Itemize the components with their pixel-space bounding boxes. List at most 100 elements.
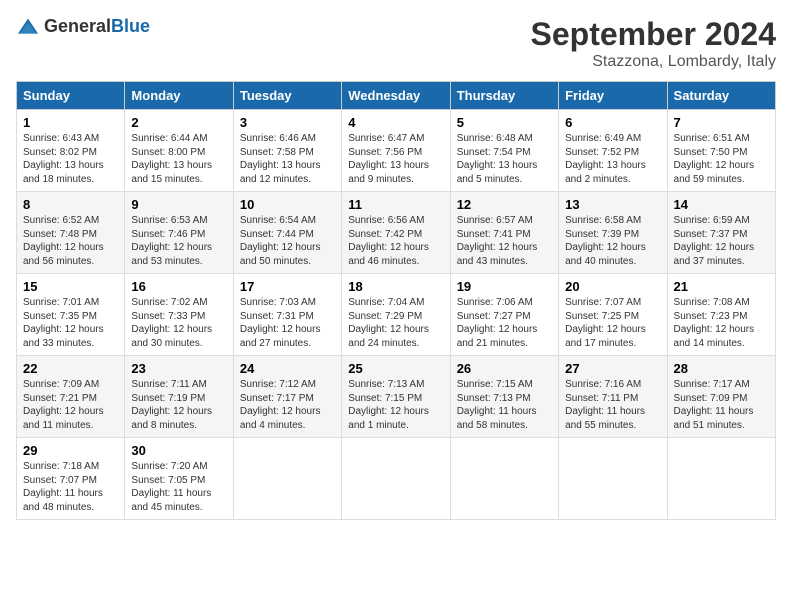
day-info: Sunrise: 7:04 AMSunset: 7:29 PMDaylight:… bbox=[348, 296, 443, 350]
calendar-cell: 3 Sunrise: 6:46 AMSunset: 7:58 PMDaylight… bbox=[233, 110, 341, 192]
day-info: Sunrise: 7:11 AMSunset: 7:19 PMDaylight:… bbox=[131, 378, 226, 432]
day-number: 13 bbox=[565, 197, 660, 212]
calendar-cell: 1 Sunrise: 6:43 AMSunset: 8:02 PMDaylight… bbox=[17, 110, 125, 192]
logo-icon bbox=[16, 17, 40, 37]
day-number: 8 bbox=[23, 197, 118, 212]
day-info: Sunrise: 6:58 AMSunset: 7:39 PMDaylight:… bbox=[565, 214, 660, 268]
calendar-cell: 7 Sunrise: 6:51 AMSunset: 7:50 PMDaylight… bbox=[667, 110, 775, 192]
calendar-cell: 26Sunrise: 7:15 AMSunset: 7:13 PMDayligh… bbox=[450, 356, 558, 438]
calendar-cell: 12 Sunrise: 6:57 AMSunset: 7:41 PMDayligh… bbox=[450, 192, 558, 274]
month-title: September 2024 bbox=[531, 16, 776, 53]
calendar-cell: 24Sunrise: 7:12 AMSunset: 7:17 PMDayligh… bbox=[233, 356, 341, 438]
calendar-cell: 14 Sunrise: 6:59 AMSunset: 7:37 PMDayligh… bbox=[667, 192, 775, 274]
calendar-cell: 8 Sunrise: 6:52 AMSunset: 7:48 PMDaylight… bbox=[17, 192, 125, 274]
calendar-header-row: SundayMondayTuesdayWednesdayThursdayFrid… bbox=[17, 82, 776, 110]
day-number: 19 bbox=[457, 279, 552, 294]
calendar-table: SundayMondayTuesdayWednesdayThursdayFrid… bbox=[16, 81, 776, 520]
day-info: Sunrise: 6:46 AMSunset: 7:58 PMDaylight:… bbox=[240, 132, 335, 186]
header-day-monday: Monday bbox=[125, 82, 233, 110]
calendar-cell: 17 Sunrise: 7:03 AMSunset: 7:31 PMDayligh… bbox=[233, 274, 341, 356]
logo: GeneralBlue bbox=[16, 16, 150, 37]
day-info: Sunrise: 7:08 AMSunset: 7:23 PMDaylight:… bbox=[674, 296, 769, 350]
day-number: 15 bbox=[23, 279, 118, 294]
header-day-thursday: Thursday bbox=[450, 82, 558, 110]
day-info: Sunrise: 6:47 AMSunset: 7:56 PMDaylight:… bbox=[348, 132, 443, 186]
header-day-tuesday: Tuesday bbox=[233, 82, 341, 110]
calendar-cell: 23 Sunrise: 7:11 AMSunset: 7:19 PMDayligh… bbox=[125, 356, 233, 438]
day-number: 12 bbox=[457, 197, 552, 212]
day-info: Sunrise: 7:12 AMSunset: 7:17 PMDaylight:… bbox=[240, 378, 335, 432]
calendar-cell: 25Sunrise: 7:13 AMSunset: 7:15 PMDayligh… bbox=[342, 356, 450, 438]
day-number: 17 bbox=[240, 279, 335, 294]
header-day-sunday: Sunday bbox=[17, 82, 125, 110]
logo-text-blue: Blue bbox=[111, 16, 150, 36]
calendar-cell: 18Sunrise: 7:04 AMSunset: 7:29 PMDayligh… bbox=[342, 274, 450, 356]
calendar-cell: 6Sunrise: 6:49 AMSunset: 7:52 PMDaylight… bbox=[559, 110, 667, 192]
calendar-cell: 29Sunrise: 7:18 AMSunset: 7:07 PMDayligh… bbox=[17, 438, 125, 520]
calendar-cell: 2Sunrise: 6:44 AMSunset: 8:00 PMDaylight… bbox=[125, 110, 233, 192]
day-info: Sunrise: 7:09 AMSunset: 7:21 PMDaylight:… bbox=[23, 378, 118, 432]
day-info: Sunrise: 6:53 AMSunset: 7:46 PMDaylight:… bbox=[131, 214, 226, 268]
calendar-week-row: 22 Sunrise: 7:09 AMSunset: 7:21 PMDayligh… bbox=[17, 356, 776, 438]
calendar-cell: 4 Sunrise: 6:47 AMSunset: 7:56 PMDaylight… bbox=[342, 110, 450, 192]
calendar-cell: 9 Sunrise: 6:53 AMSunset: 7:46 PMDaylight… bbox=[125, 192, 233, 274]
day-info: Sunrise: 6:56 AMSunset: 7:42 PMDaylight:… bbox=[348, 214, 443, 268]
header-day-saturday: Saturday bbox=[667, 82, 775, 110]
calendar-week-row: 15Sunrise: 7:01 AMSunset: 7:35 PMDayligh… bbox=[17, 274, 776, 356]
calendar-cell bbox=[559, 438, 667, 520]
calendar-cell: 13 Sunrise: 6:58 AMSunset: 7:39 PMDayligh… bbox=[559, 192, 667, 274]
day-number: 25 bbox=[348, 361, 443, 376]
day-number: 23 bbox=[131, 361, 226, 376]
calendar-cell: 28Sunrise: 7:17 AMSunset: 7:09 PMDayligh… bbox=[667, 356, 775, 438]
calendar-cell bbox=[342, 438, 450, 520]
day-number: 10 bbox=[240, 197, 335, 212]
calendar-cell: 27 Sunrise: 7:16 AMSunset: 7:11 PMDayligh… bbox=[559, 356, 667, 438]
day-info: Sunrise: 6:52 AMSunset: 7:48 PMDaylight:… bbox=[23, 214, 118, 268]
calendar-cell: 21 Sunrise: 7:08 AMSunset: 7:23 PMDayligh… bbox=[667, 274, 775, 356]
day-number: 30 bbox=[131, 443, 226, 458]
day-number: 29 bbox=[23, 443, 118, 458]
calendar-cell bbox=[667, 438, 775, 520]
calendar-cell: 10 Sunrise: 6:54 AMSunset: 7:44 PMDayligh… bbox=[233, 192, 341, 274]
title-area: September 2024 Stazzona, Lombardy, Italy bbox=[531, 16, 776, 71]
day-info: Sunrise: 7:20 AMSunset: 7:05 PMDaylight:… bbox=[131, 460, 226, 514]
day-number: 11 bbox=[348, 197, 443, 212]
day-number: 6 bbox=[565, 115, 660, 130]
day-info: Sunrise: 6:48 AMSunset: 7:54 PMDaylight:… bbox=[457, 132, 552, 186]
calendar-cell: 15Sunrise: 7:01 AMSunset: 7:35 PMDayligh… bbox=[17, 274, 125, 356]
day-info: Sunrise: 7:03 AMSunset: 7:31 PMDaylight:… bbox=[240, 296, 335, 350]
day-number: 14 bbox=[674, 197, 769, 212]
day-number: 9 bbox=[131, 197, 226, 212]
calendar-cell: 20Sunrise: 7:07 AMSunset: 7:25 PMDayligh… bbox=[559, 274, 667, 356]
day-number: 5 bbox=[457, 115, 552, 130]
day-number: 16 bbox=[131, 279, 226, 294]
day-info: Sunrise: 7:17 AMSunset: 7:09 PMDaylight:… bbox=[674, 378, 769, 432]
day-number: 1 bbox=[23, 115, 118, 130]
day-info: Sunrise: 6:43 AMSunset: 8:02 PMDaylight:… bbox=[23, 132, 118, 186]
calendar-cell bbox=[233, 438, 341, 520]
day-info: Sunrise: 6:44 AMSunset: 8:00 PMDaylight:… bbox=[131, 132, 226, 186]
day-info: Sunrise: 6:51 AMSunset: 7:50 PMDaylight:… bbox=[674, 132, 769, 186]
calendar-week-row: 8 Sunrise: 6:52 AMSunset: 7:48 PMDaylight… bbox=[17, 192, 776, 274]
day-info: Sunrise: 7:16 AMSunset: 7:11 PMDaylight:… bbox=[565, 378, 660, 432]
calendar-cell: 19Sunrise: 7:06 AMSunset: 7:27 PMDayligh… bbox=[450, 274, 558, 356]
day-number: 22 bbox=[23, 361, 118, 376]
day-info: Sunrise: 6:54 AMSunset: 7:44 PMDaylight:… bbox=[240, 214, 335, 268]
day-number: 7 bbox=[674, 115, 769, 130]
day-number: 21 bbox=[674, 279, 769, 294]
calendar-cell: 30 Sunrise: 7:20 AMSunset: 7:05 PMDayligh… bbox=[125, 438, 233, 520]
day-number: 3 bbox=[240, 115, 335, 130]
day-info: Sunrise: 6:59 AMSunset: 7:37 PMDaylight:… bbox=[674, 214, 769, 268]
day-info: Sunrise: 6:57 AMSunset: 7:41 PMDaylight:… bbox=[457, 214, 552, 268]
logo-text-general: General bbox=[44, 16, 111, 36]
calendar-cell: 22 Sunrise: 7:09 AMSunset: 7:21 PMDayligh… bbox=[17, 356, 125, 438]
day-info: Sunrise: 7:02 AMSunset: 7:33 PMDaylight:… bbox=[131, 296, 226, 350]
calendar-cell: 5 Sunrise: 6:48 AMSunset: 7:54 PMDaylight… bbox=[450, 110, 558, 192]
header-day-friday: Friday bbox=[559, 82, 667, 110]
day-number: 27 bbox=[565, 361, 660, 376]
day-number: 20 bbox=[565, 279, 660, 294]
day-number: 26 bbox=[457, 361, 552, 376]
day-number: 4 bbox=[348, 115, 443, 130]
calendar-week-row: 29Sunrise: 7:18 AMSunset: 7:07 PMDayligh… bbox=[17, 438, 776, 520]
calendar-cell: 11 Sunrise: 6:56 AMSunset: 7:42 PMDayligh… bbox=[342, 192, 450, 274]
